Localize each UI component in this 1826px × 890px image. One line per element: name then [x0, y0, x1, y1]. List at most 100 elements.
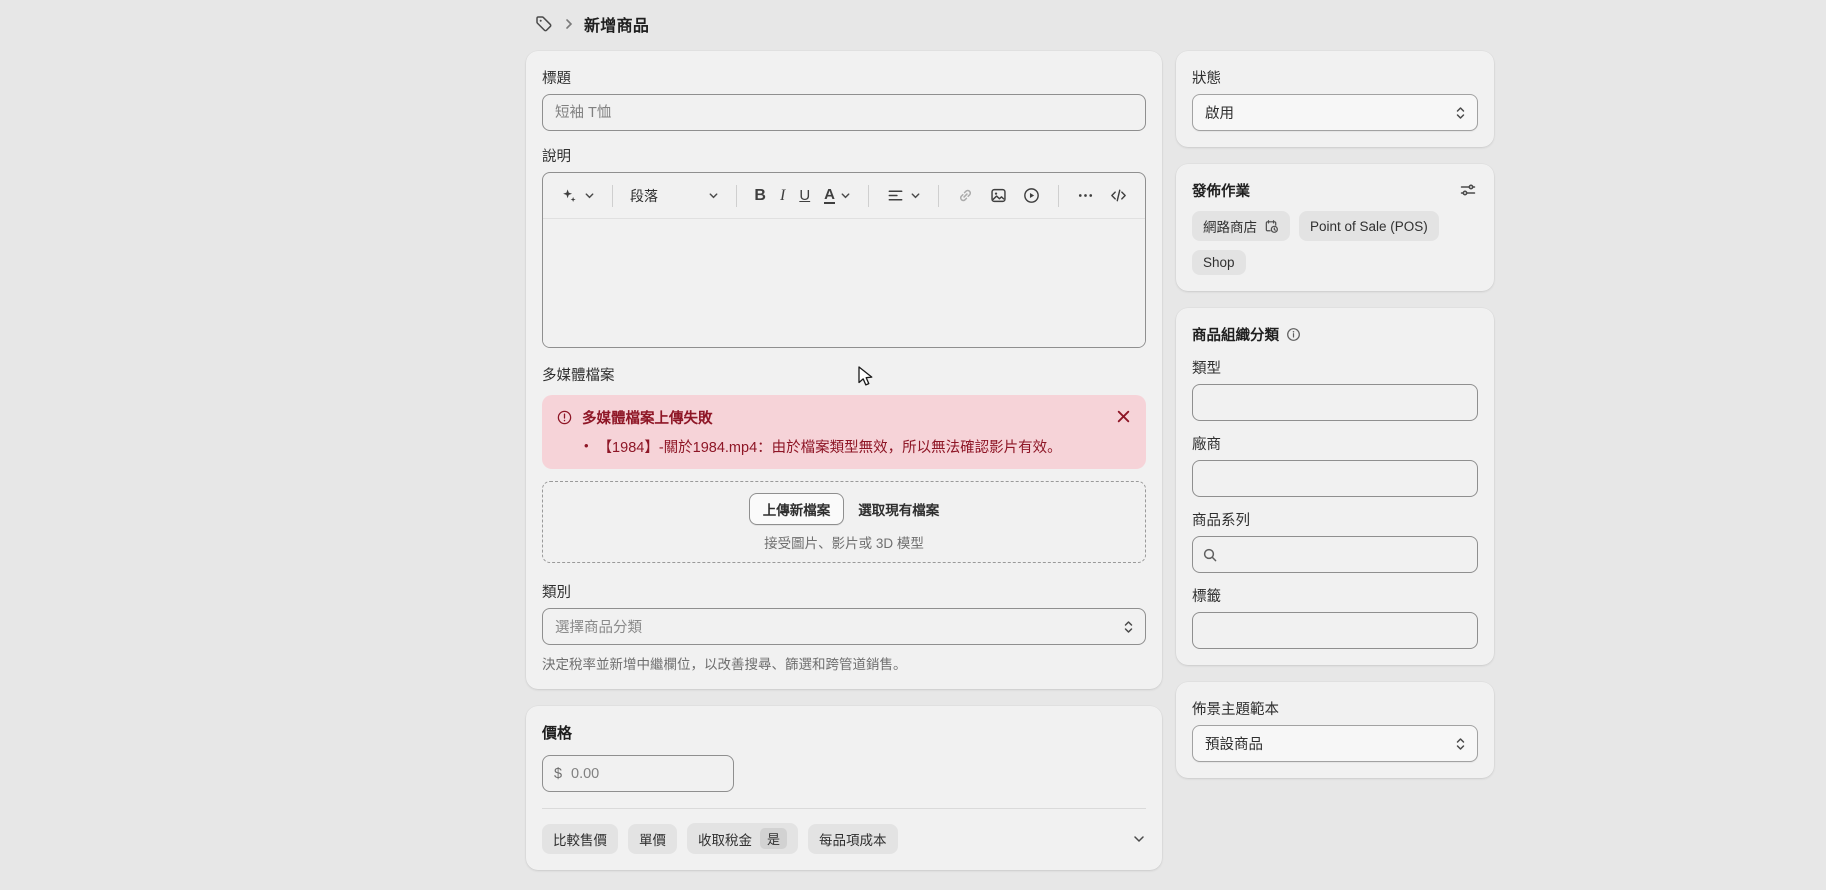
title-input[interactable]: [542, 94, 1146, 131]
error-detail: 【1984】-關於1984.mp4：由於檔案類型無效，所以無法確認影片有效。: [598, 436, 1062, 457]
breadcrumb-chevron-icon: [563, 18, 575, 30]
insert-image-button[interactable]: [984, 182, 1013, 209]
sales-channels-list: 網路商店 Point of Sale (POS) Shop: [1192, 211, 1478, 275]
chevron-down-icon: [584, 190, 595, 201]
category-label: 類別: [542, 581, 1146, 602]
image-icon: [989, 186, 1008, 205]
dismiss-error-button[interactable]: [1114, 409, 1132, 427]
product-details-card: 標題 說明 段落: [526, 51, 1162, 689]
theme-template-value: 預設商品: [1205, 733, 1263, 754]
charge-tax-value: 是: [760, 828, 787, 849]
product-type-input[interactable]: [1192, 384, 1478, 421]
charge-tax-label: 收取稅金: [698, 829, 752, 849]
select-updown-icon: [1454, 105, 1467, 121]
category-placeholder: 選擇商品分類: [555, 616, 642, 637]
paragraph-style-dropdown[interactable]: 段落: [625, 182, 724, 210]
description-label: 說明: [542, 145, 1146, 166]
link-icon: [956, 186, 975, 205]
channel-label: Point of Sale (POS): [1310, 219, 1428, 234]
calendar-clock-icon: [1264, 219, 1279, 234]
editor-toolbar: 段落 B I U A: [543, 173, 1145, 219]
play-circle-icon: [1022, 186, 1041, 205]
breadcrumb: 新增商品: [534, 12, 649, 36]
publishing-card: 發佈作業 網路商店 Po: [1176, 164, 1494, 291]
italic-icon: I: [780, 187, 785, 205]
toolbar-divider: [736, 185, 737, 207]
cost-per-item-chip[interactable]: 每品項成本: [808, 824, 898, 854]
underline-icon: U: [799, 187, 810, 204]
collections-search-input[interactable]: [1192, 536, 1478, 573]
vendor-label: 廠商: [1192, 433, 1478, 454]
theme-template-label: 佈景主題範本: [1192, 698, 1478, 719]
status-select[interactable]: 啟用: [1192, 94, 1478, 131]
pricing-title: 價格: [542, 722, 1146, 743]
text-color-icon: A: [824, 187, 835, 205]
info-icon[interactable]: [1286, 327, 1301, 342]
product-organization-card: 商品組織分類 類型 廠商 商品系列: [1176, 308, 1494, 665]
pricing-options-row: 比較售價 單價 收取稅金 是 每品項成本: [542, 808, 1146, 854]
currency-prefix: $: [554, 766, 562, 782]
description-textarea[interactable]: [543, 219, 1145, 347]
organization-title: 商品組織分類: [1192, 324, 1279, 345]
vendor-input[interactable]: [1192, 460, 1478, 497]
bullet: •: [584, 436, 589, 457]
select-updown-icon: [1454, 736, 1467, 752]
underline-button[interactable]: U: [794, 183, 815, 208]
insert-link-button[interactable]: [951, 182, 980, 209]
media-accept-hint: 接受圖片、影片或 3D 模型: [764, 532, 924, 552]
theme-template-select[interactable]: 預設商品: [1192, 725, 1478, 762]
compare-at-price-chip[interactable]: 比較售價: [542, 824, 618, 854]
italic-button[interactable]: I: [775, 183, 790, 209]
collections-label: 商品系列: [1192, 509, 1478, 530]
close-icon: [1116, 409, 1131, 424]
channel-label: 網路商店: [1203, 216, 1257, 236]
add-product-page: 新增商品 標題 說明 段落: [0, 0, 1826, 890]
channel-online-store-chip[interactable]: 網路商店: [1192, 211, 1290, 241]
channel-shop-chip[interactable]: Shop: [1192, 250, 1246, 275]
media-label: 多媒體檔案: [542, 364, 1146, 385]
alignment-button[interactable]: [881, 182, 926, 209]
price-input[interactable]: [542, 755, 734, 792]
main-column: 標題 說明 段落: [526, 51, 1162, 890]
select-existing-file-button[interactable]: 選取現有檔案: [858, 499, 939, 519]
channel-pos-chip[interactable]: Point of Sale (POS): [1299, 211, 1439, 241]
publishing-title: 發佈作業: [1192, 180, 1250, 201]
status-label: 狀態: [1192, 67, 1478, 88]
align-left-icon: [886, 186, 905, 205]
pricing-card: 價格 $ 比較售價 單價 收取稅金 是 每品項成本: [526, 706, 1162, 870]
theme-template-card: 佈景主題範本 預設商品: [1176, 682, 1494, 778]
manage-channels-button[interactable]: [1458, 181, 1478, 201]
page-title: 新增商品: [584, 12, 649, 36]
sidebar-column: 狀態 啟用 發佈作業 網路商店: [1176, 51, 1494, 778]
tags-input[interactable]: [1192, 612, 1478, 649]
select-updown-icon: [1122, 619, 1135, 635]
charge-tax-chip[interactable]: 收取稅金 是: [687, 823, 798, 854]
media-dropzone[interactable]: 上傳新檔案 選取現有檔案 接受圖片、影片或 3D 模型: [542, 481, 1146, 563]
status-value: 啟用: [1205, 102, 1234, 123]
chevron-down-icon: [708, 190, 719, 201]
search-icon: [1202, 547, 1218, 563]
toolbar-divider: [612, 185, 613, 207]
toolbar-divider: [868, 185, 869, 207]
bold-icon: B: [754, 187, 766, 205]
title-label: 標題: [542, 67, 1146, 88]
insert-video-button[interactable]: [1017, 182, 1046, 209]
code-icon: [1109, 186, 1128, 205]
show-html-button[interactable]: [1104, 182, 1133, 209]
alert-circle-icon: [556, 409, 573, 426]
category-help-text: 決定稅率並新增中繼欄位，以改善搜尋、篩選和跨管道銷售。: [542, 653, 1146, 673]
toolbar-divider: [938, 185, 939, 207]
text-color-button[interactable]: A: [819, 183, 856, 209]
channel-label: Shop: [1203, 255, 1235, 270]
ai-magic-button[interactable]: [555, 182, 600, 209]
products-tag-icon[interactable]: [534, 14, 554, 34]
sliders-icon: [1459, 181, 1477, 199]
upload-new-file-button[interactable]: 上傳新檔案: [749, 493, 845, 525]
error-title: 多媒體檔案上傳失敗: [582, 407, 1105, 428]
expand-pricing-chevron-icon[interactable]: [1132, 832, 1146, 846]
more-options-button[interactable]: [1071, 182, 1100, 209]
unit-price-chip[interactable]: 單價: [628, 824, 677, 854]
category-select[interactable]: 選擇商品分類: [542, 608, 1146, 645]
bold-button[interactable]: B: [749, 183, 771, 209]
tags-label: 標籤: [1192, 585, 1478, 606]
